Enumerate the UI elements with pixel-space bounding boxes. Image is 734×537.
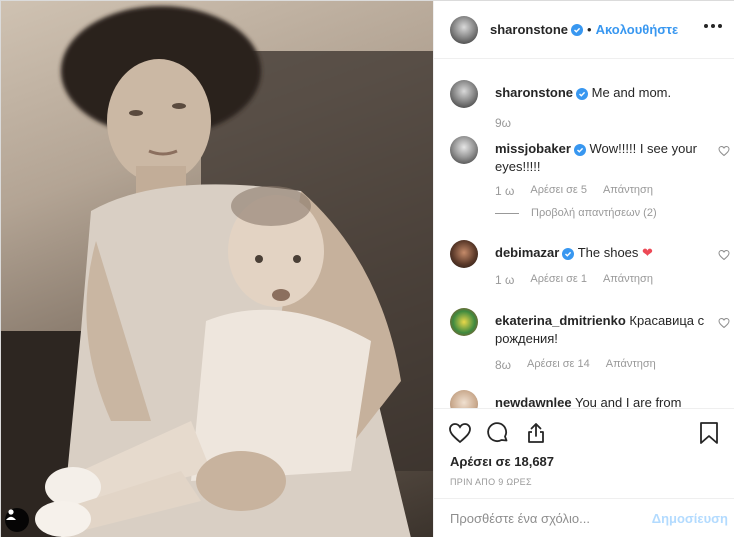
likes-count[interactable]: Αρέσει σε 18,687: [450, 454, 554, 469]
caption-username[interactable]: sharonstone: [495, 85, 573, 100]
comment-avatar[interactable]: [450, 136, 478, 164]
comment-input[interactable]: [450, 511, 652, 526]
view-replies-button[interactable]: Προβολή απαντήσεων (2): [495, 207, 657, 219]
heart-icon[interactable]: [718, 317, 730, 329]
caption-avatar[interactable]: [450, 80, 478, 108]
comment-username[interactable]: newdawnlee: [495, 395, 572, 408]
comment-likes[interactable]: Αρέσει σε 1: [530, 273, 587, 287]
more-options-icon[interactable]: [700, 20, 726, 32]
post-sidebar: sharonstone • Ακολουθήστε sharonstone Me…: [433, 1, 734, 537]
post-actions: Αρέσει σε 18,687 ΠΡΙΝ ΑΠΟ 9 ΩΡΕΣ: [434, 408, 734, 498]
comment-avatar[interactable]: [450, 390, 478, 408]
author-avatar[interactable]: [450, 15, 478, 44]
view-replies-label: Προβολή απαντήσεων (2): [531, 207, 657, 219]
reply-button[interactable]: Απάντηση: [606, 358, 656, 372]
caption-body: sharonstone Me and mom.: [495, 84, 705, 102]
comment-likes[interactable]: Αρέσει σε 14: [527, 358, 590, 372]
comment-icon[interactable]: [486, 421, 510, 445]
post-header: sharonstone • Ακολουθήστε: [434, 1, 734, 59]
comment-username[interactable]: ekaterina_dmitrienko: [495, 313, 626, 328]
heart-icon[interactable]: [718, 249, 730, 261]
heart-icon[interactable]: [718, 145, 730, 157]
person-tag-button[interactable]: [5, 508, 29, 532]
header-separator: •: [587, 22, 592, 37]
comment-body: ekaterina_dmitrienko Красавица с рождени…: [495, 312, 705, 348]
comment-item: newdawnlee You and I are from: [450, 390, 720, 408]
bookmark-icon[interactable]: [698, 421, 720, 445]
comment-meta: 1 ω Αρέσει σε 5 Απάντηση: [495, 184, 653, 198]
caption-time[interactable]: 9ω: [495, 116, 511, 130]
comment-time[interactable]: 8ω: [495, 358, 511, 372]
verified-badge-icon: [562, 248, 575, 260]
comment-likes[interactable]: Αρέσει σε 5: [530, 184, 587, 198]
heart-icon[interactable]: [448, 421, 472, 445]
comment-meta: 8ω Αρέσει σε 14 Απάντηση: [495, 358, 656, 372]
publish-button[interactable]: Δημοσίευση: [652, 511, 728, 526]
verified-badge-icon: [571, 23, 584, 36]
author-username[interactable]: sharonstone: [490, 22, 568, 37]
comment-body: newdawnlee You and I are from: [495, 394, 705, 408]
verified-badge-icon: [576, 88, 589, 100]
post-timestamp[interactable]: ΠΡΙΝ ΑΠΟ 9 ΩΡΕΣ: [450, 477, 532, 487]
comment-text: The shoes: [577, 245, 639, 260]
caption: sharonstone Me and mom. 9ω: [450, 80, 720, 140]
post-photo[interactable]: [1, 1, 433, 537]
comment-item: ekaterina_dmitrienko Красавица с рождени…: [450, 308, 730, 378]
add-comment-bar: Δημοσίευση: [434, 498, 734, 537]
comment-item: missjobaker Wow!!!!! I see your eyes!!!!…: [450, 136, 730, 226]
comment-text: You and I are from: [574, 395, 682, 408]
verified-badge-icon: [573, 144, 586, 156]
red-heart-emoji: ❤: [642, 245, 653, 260]
action-buttons: [448, 421, 548, 445]
comment-body: debimazar The shoes ❤: [495, 244, 705, 262]
replies-line: [495, 212, 519, 214]
share-icon[interactable]: [524, 421, 548, 445]
caption-text: Me and mom.: [591, 85, 672, 100]
photo-illustration: [1, 6, 433, 537]
comment-username[interactable]: debimazar: [495, 245, 559, 260]
comment-body: missjobaker Wow!!!!! I see your eyes!!!!…: [495, 140, 705, 176]
comments-list[interactable]: sharonstone Me and mom. 9ω missjobaker W…: [434, 60, 734, 408]
comment-time[interactable]: 1 ω: [495, 184, 514, 198]
comment-time[interactable]: 1 ω: [495, 273, 514, 287]
comment-username[interactable]: missjobaker: [495, 141, 571, 156]
comment-item: debimazar The shoes ❤ 1 ω Αρέσει σε 1 Απ…: [450, 240, 730, 290]
caption-meta: 9ω: [495, 116, 511, 130]
comment-avatar[interactable]: [450, 240, 478, 268]
comment-meta: 1 ω Αρέσει σε 1 Απάντηση: [495, 273, 653, 287]
comment-avatar[interactable]: [450, 308, 478, 336]
instagram-post: sharonstone • Ακολουθήστε sharonstone Me…: [0, 0, 734, 537]
reply-button[interactable]: Απάντηση: [603, 273, 653, 287]
person-tag-icon: [6, 509, 16, 520]
reply-button[interactable]: Απάντηση: [603, 184, 653, 198]
follow-button[interactable]: Ακολουθήστε: [596, 22, 679, 37]
